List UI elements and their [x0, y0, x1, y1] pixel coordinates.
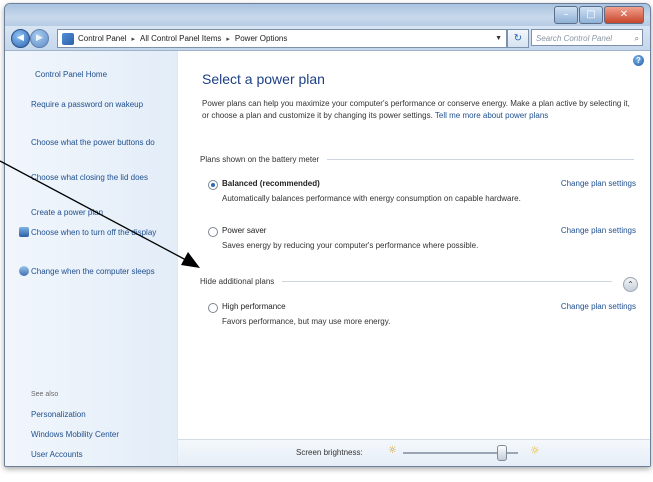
arrow-head — [181, 252, 200, 268]
arrow-line — [0, 160, 187, 261]
annotation-arrow — [0, 160, 200, 268]
